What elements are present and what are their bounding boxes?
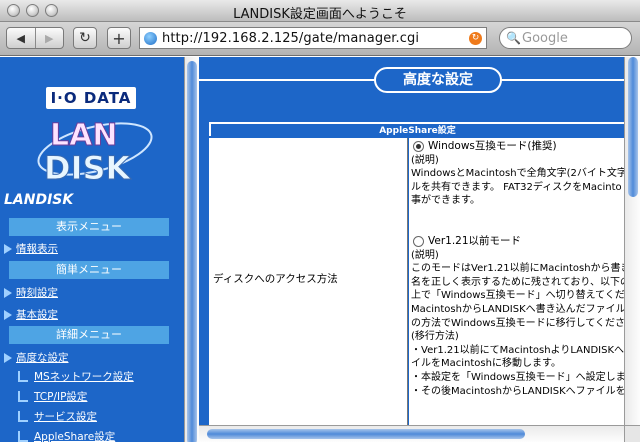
search-box: 🔍 xyxy=(499,27,632,49)
menu-header-display: 表示メニュー xyxy=(9,218,169,236)
access-method-label: ディスクへのアクセス方法 xyxy=(213,273,338,285)
nav-service-label: サービス設定 xyxy=(34,411,97,423)
globe-icon xyxy=(144,32,157,45)
title-bar: LANDISK設定画面へようこそ xyxy=(0,0,640,22)
left-frame-scrollbar[interactable] xyxy=(184,57,199,442)
nav-basic-settings[interactable]: 基本設定 xyxy=(4,307,58,322)
nav-advanced-settings[interactable]: 高度な設定 xyxy=(4,350,69,365)
option2-desc-line: 名を正しく表示するために残されており、以下の xyxy=(411,276,624,288)
logo-disk-text: DISK xyxy=(44,149,132,185)
main-content-frame: 高度な設定 AppleShare設定 ディスクへのアクセス方法 Windows互… xyxy=(199,57,624,425)
setting-options-cell: Windows互換モード(推奨) (説明) WindowsとMacintoshで… xyxy=(409,138,624,425)
subitem-hook-icon xyxy=(18,431,28,442)
search-icon: 🔍 xyxy=(506,31,521,45)
nav-time-settings-label: 時刻設定 xyxy=(16,287,58,299)
rss-icon[interactable]: ↻ xyxy=(469,32,482,45)
section-title: AppleShare設定 xyxy=(209,122,624,136)
page-title: 高度な設定 xyxy=(374,67,502,93)
window-title: LANDISK設定画面へようこそ xyxy=(233,7,407,22)
option2-desc-line: の方法でWindows互換モードに移行してください xyxy=(411,317,624,329)
option2-desc-line: イルをMacintoshに移動します。 xyxy=(411,358,561,370)
subitem-hook-icon xyxy=(18,371,28,382)
option1-desc-line: WindowsとMacintoshで全角文字(2バイト文字 xyxy=(411,168,624,180)
nav-advanced-settings-label: 高度な設定 xyxy=(16,352,69,364)
left-nav-frame: I·O DATA LAN DISK LANDISK 表示メニュー 情報表示 簡単… xyxy=(0,57,184,442)
option2-desc-line: ・本設定を「Windows互換モード」へ設定しま xyxy=(411,371,624,383)
nav-tcpip-label: TCP/IP設定 xyxy=(34,391,88,403)
option1-desc-line: (説明) xyxy=(411,154,439,166)
forward-button[interactable]: ▶ xyxy=(34,28,64,48)
arrow-icon xyxy=(4,309,12,320)
option1-desc-line: ルを共有できます。 FAT32ディスクをMacinto xyxy=(411,181,622,193)
address-bar[interactable]: http://192.168.2.125/gate/manager.cgi ↻ xyxy=(139,27,487,49)
url-text: http://192.168.2.125/gate/manager.cgi xyxy=(162,31,420,46)
nav-service[interactable]: サービス設定 xyxy=(18,409,97,424)
nav-ms-network[interactable]: MSネットワーク設定 xyxy=(18,369,134,384)
main-scroll-thumb[interactable] xyxy=(628,57,638,197)
option2-desc-line: 上で「Windows互換モード」へ切り替えてくださ xyxy=(411,290,624,302)
arrow-icon xyxy=(4,352,12,363)
option2-desc-line: このモードはVer1.21以前にMacintoshから書き xyxy=(411,263,624,275)
nav-basic-settings-label: 基本設定 xyxy=(16,309,58,321)
option2-desc-line: ・その後MacintoshからLANDISKへファイルを xyxy=(411,385,624,397)
menu-header-advanced: 詳細メニュー xyxy=(9,326,169,344)
radio-windows-compat[interactable] xyxy=(413,141,424,153)
nav-info-display-label: 情報表示 xyxy=(16,243,58,255)
option-windows-compat[interactable]: Windows互換モード(推奨) xyxy=(413,140,624,154)
main-horizontal-scrollbar[interactable] xyxy=(199,425,624,442)
arrow-icon xyxy=(4,243,12,254)
nav-ms-network-label: MSネットワーク設定 xyxy=(34,371,134,383)
main-vertical-scrollbar[interactable] xyxy=(624,57,640,425)
horizontal-scroll-thumb[interactable] xyxy=(207,429,525,439)
radio-ver121[interactable] xyxy=(413,236,424,248)
logo-land-text: LAN xyxy=(50,118,117,153)
landisk-logo: LAN DISK xyxy=(37,118,153,185)
subitem-hook-icon xyxy=(18,391,28,402)
browser-toolbar: ◀ ▶ ↻ + http://192.168.2.125/gate/manage… xyxy=(0,22,640,56)
option-windows-compat-label: Windows互換モード(推奨) xyxy=(428,140,557,152)
left-scroll-thumb[interactable] xyxy=(187,61,197,442)
resize-corner[interactable] xyxy=(624,425,640,442)
iodata-logo: I·O DATA xyxy=(46,87,136,109)
search-input[interactable] xyxy=(522,30,626,46)
option-ver121-label: Ver1.21以前モード xyxy=(428,234,522,247)
add-bookmark-button[interactable]: + xyxy=(107,27,131,49)
menu-header-easy: 簡単メニュー xyxy=(9,261,169,279)
subitem-hook-icon xyxy=(18,411,28,422)
nav-time-settings[interactable]: 時刻設定 xyxy=(4,285,58,300)
option2-desc-line: (移行方法) xyxy=(411,331,459,343)
reload-button[interactable]: ↻ xyxy=(73,27,97,49)
option2-desc-line: ・Ver1.21以前にてMacintoshよりLANDISKへ xyxy=(411,344,624,356)
option-ver121[interactable]: Ver1.21以前モード xyxy=(413,235,624,249)
nav-tcpip[interactable]: TCP/IP設定 xyxy=(18,389,87,404)
brand-title: LANDISK xyxy=(4,192,74,208)
nav-appleshare[interactable]: AppleShare設定 xyxy=(18,429,115,442)
option2-desc-line: (説明) xyxy=(411,249,439,261)
arrow-icon xyxy=(4,287,12,298)
option1-desc-line: 事ができます。 xyxy=(411,195,480,207)
nav-buttons: ◀ ▶ xyxy=(6,27,64,49)
back-button[interactable]: ◀ xyxy=(7,28,35,48)
option2-desc-line: MacintoshからLANDISKへ書き込んだファイル xyxy=(411,303,624,315)
setting-label-cell: ディスクへのアクセス方法 xyxy=(209,138,408,425)
nav-appleshare-label: AppleShare設定 xyxy=(34,431,116,442)
nav-info-display[interactable]: 情報表示 xyxy=(4,241,58,256)
